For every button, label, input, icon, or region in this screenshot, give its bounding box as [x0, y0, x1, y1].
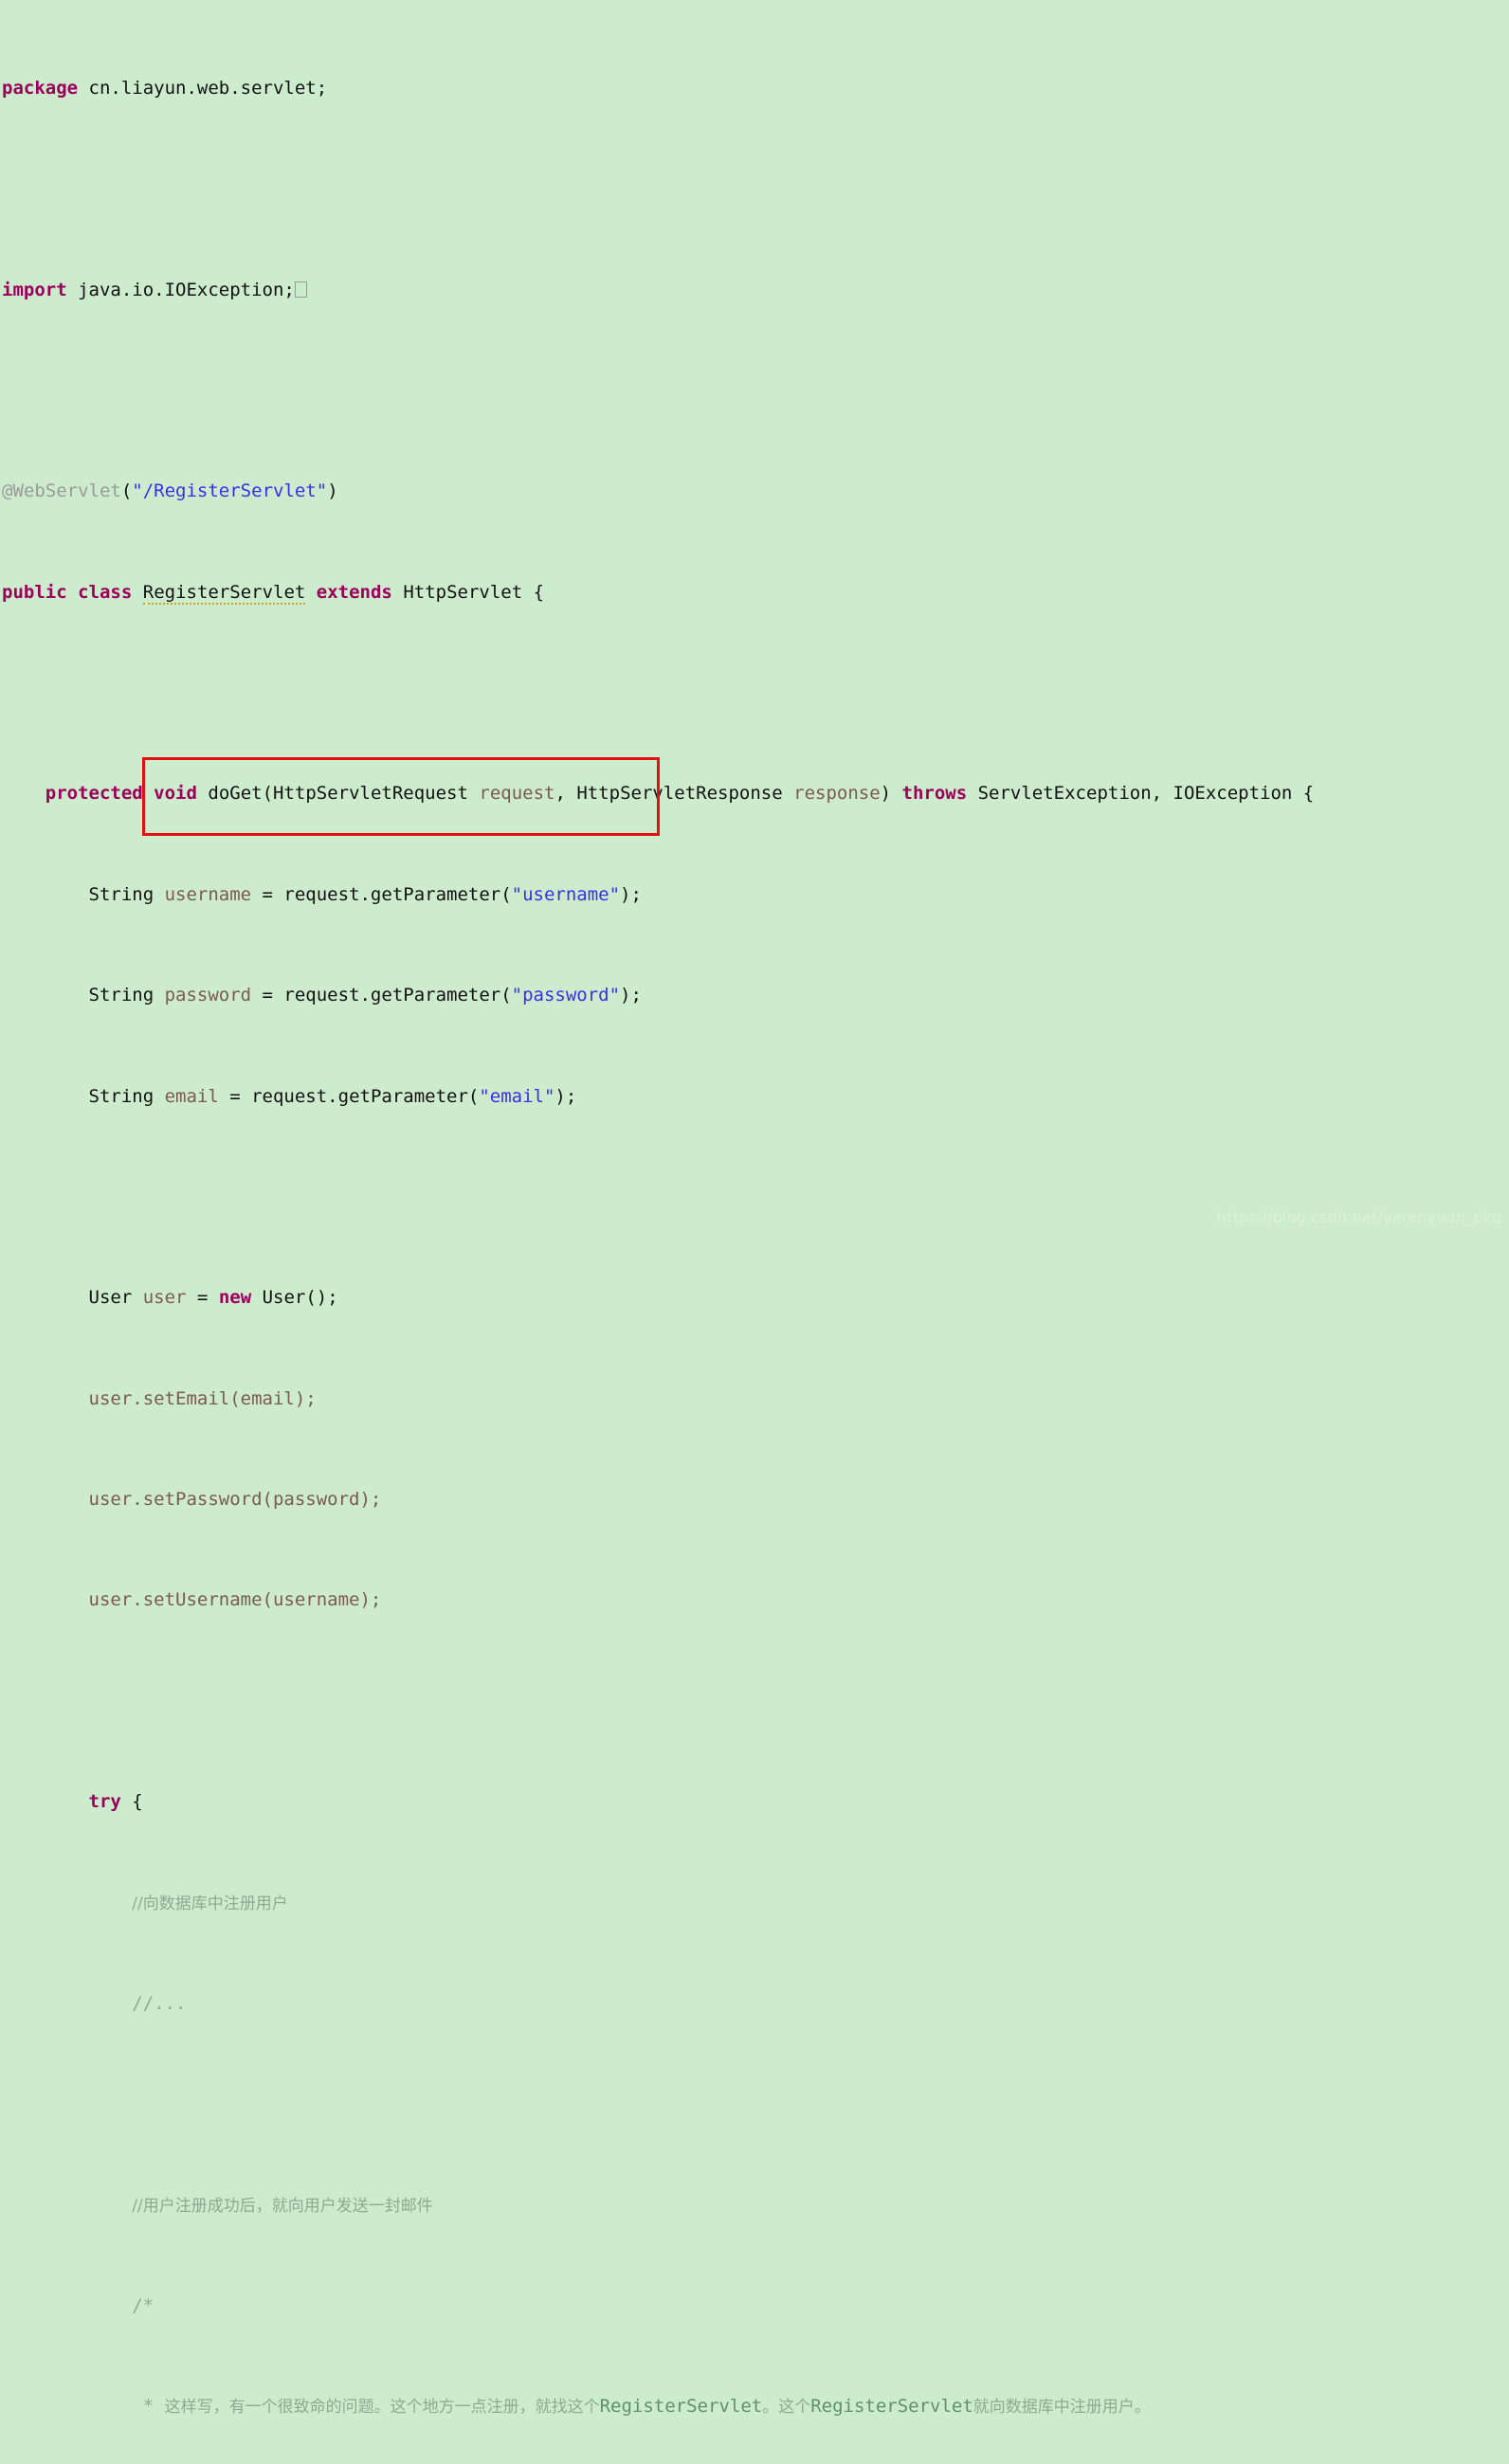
annotation-open-paren: (	[120, 480, 133, 502]
code-line-block-1: * 这样写，有一个很致命的问题。这个地方一点注册，就找这个RegisterSer…	[0, 2394, 1509, 2419]
comment-send-mail: //用户注册成功后，就向用户发送一封邮件	[132, 2196, 433, 2216]
annotation-close-paren: )	[327, 480, 338, 502]
code-line-try: try {	[0, 1789, 1509, 1815]
code-line-class-decl: public class RegisterServlet extends Htt…	[0, 580, 1509, 606]
doget-params-part1: (HttpServletRequest	[262, 783, 480, 805]
keyword-throws: throws	[901, 783, 968, 805]
block-comment-open: /*	[132, 2295, 155, 2317]
var-user: user	[132, 1287, 197, 1309]
type-user: User	[88, 1287, 133, 1309]
block-comment-code-1a: RegisterServlet	[599, 2396, 763, 2418]
try-open-brace: {	[120, 1791, 143, 1813]
var-email: email	[154, 1085, 230, 1107]
type-string-email: String	[88, 1085, 155, 1107]
user-constructor: User();	[251, 1287, 338, 1309]
email-assign: = request.getParameter(	[229, 1085, 480, 1107]
watermark: https://blog.csdn.net/yerenyuan_pku	[1216, 1208, 1501, 1226]
code-line-email-decl: String email = request.getParameter("ema…	[0, 1084, 1509, 1110]
code-line-user-new: User user = new User();	[0, 1285, 1509, 1311]
code-line-comment-ellipsis: //...	[0, 1991, 1509, 2017]
super-class-name: HttpServlet	[403, 581, 523, 603]
code-line-block-open: /*	[0, 2293, 1509, 2319]
keyword-package: package	[2, 77, 79, 99]
password-end: );	[620, 985, 642, 1006]
doget-throws-list: ServletException, IOException {	[967, 783, 1315, 805]
call-set-password: user.setPassword(password);	[88, 1489, 382, 1511]
class-name: RegisterServlet	[142, 581, 306, 605]
code-line-password-decl: String password = request.getParameter("…	[0, 983, 1509, 1008]
code-line-blank-3	[0, 680, 1509, 706]
code-line-comment-register-db: //向数据库中注册用户	[0, 1891, 1509, 1916]
block-comment-text-1a: 这样写，有一个很致命的问题。这个地方一点注册，就找这个	[164, 2398, 600, 2418]
comment-ellipsis: //...	[132, 1992, 187, 2014]
code-line-blank-5	[0, 1689, 1509, 1714]
username-end: );	[620, 883, 642, 905]
type-string-username: String	[88, 883, 155, 905]
call-set-username: user.setUsername(username);	[88, 1589, 382, 1611]
class-open-brace: {	[533, 581, 545, 603]
keyword-extends: extends	[316, 581, 392, 603]
keyword-public: public	[2, 581, 67, 603]
code-line-import: import java.io.IOException;	[0, 278, 1509, 303]
annotation-webservlet: @WebServlet	[2, 480, 121, 502]
folded-imports-icon[interactable]	[294, 281, 307, 298]
code-line-username-decl: String username = request.getParameter("…	[0, 882, 1509, 908]
keyword-import: import	[2, 279, 67, 300]
block-comment-text-1b: 。这个	[762, 2398, 811, 2418]
code-editor[interactable]: package cn.liayun.web.servlet; import ja…	[0, 0, 1509, 2417]
keyword-new-user: new	[218, 1287, 252, 1309]
code-line-blank-4	[0, 1185, 1509, 1210]
doget-return-type: void	[154, 783, 197, 805]
import-name: java.io.IOException;	[66, 279, 295, 300]
annotation-url-value: "/RegisterServlet"	[132, 480, 328, 502]
password-assign: = request.getParameter(	[262, 985, 512, 1006]
literal-username: "username"	[511, 883, 621, 905]
username-assign: = request.getParameter(	[262, 883, 512, 905]
code-line-annotation: @WebServlet("/RegisterServlet")	[0, 479, 1509, 504]
code-line-set-password: user.setPassword(password);	[0, 1487, 1509, 1513]
doget-param-response: response	[793, 783, 881, 805]
code-line-set-username: user.setUsername(username);	[0, 1587, 1509, 1613]
email-end: );	[555, 1085, 577, 1107]
code-line-blank-2	[0, 378, 1509, 404]
block-comment-star-1: *	[142, 2396, 165, 2418]
block-comment-code-1b: RegisterServlet	[810, 2396, 973, 2418]
type-string-password: String	[88, 985, 155, 1006]
code-line-doget-signature: protected void doGet(HttpServletRequest …	[0, 781, 1509, 806]
var-username: username	[154, 883, 263, 905]
code-line-blank-6	[0, 2092, 1509, 2117]
block-comment-text-1c: 就向数据库中注册用户。	[973, 2398, 1151, 2418]
doget-modifier: protected	[45, 783, 143, 805]
package-name: cn.liayun.web.servlet;	[78, 77, 328, 99]
call-set-email: user.setEmail(email);	[88, 1387, 317, 1409]
literal-password: "password"	[511, 985, 621, 1006]
user-equals: =	[196, 1287, 219, 1309]
code-line-comment-send-mail: //用户注册成功后，就向用户发送一封邮件	[0, 2193, 1509, 2219]
doget-params-part2: , HttpServletResponse	[555, 783, 794, 805]
doget-param-request: request	[479, 783, 555, 805]
doget-method-name: doGet	[208, 783, 263, 805]
comment-register-db: //向数据库中注册用户	[132, 1893, 288, 1913]
doget-params-part3: )	[880, 783, 902, 805]
literal-email: "email"	[479, 1085, 555, 1107]
code-line-set-email: user.setEmail(email);	[0, 1386, 1509, 1412]
keyword-try: try	[88, 1791, 121, 1813]
code-line-package: package cn.liayun.web.servlet;	[0, 76, 1509, 101]
code-line-blank-1	[0, 176, 1509, 202]
keyword-class: class	[78, 581, 133, 603]
var-password: password	[154, 985, 263, 1006]
